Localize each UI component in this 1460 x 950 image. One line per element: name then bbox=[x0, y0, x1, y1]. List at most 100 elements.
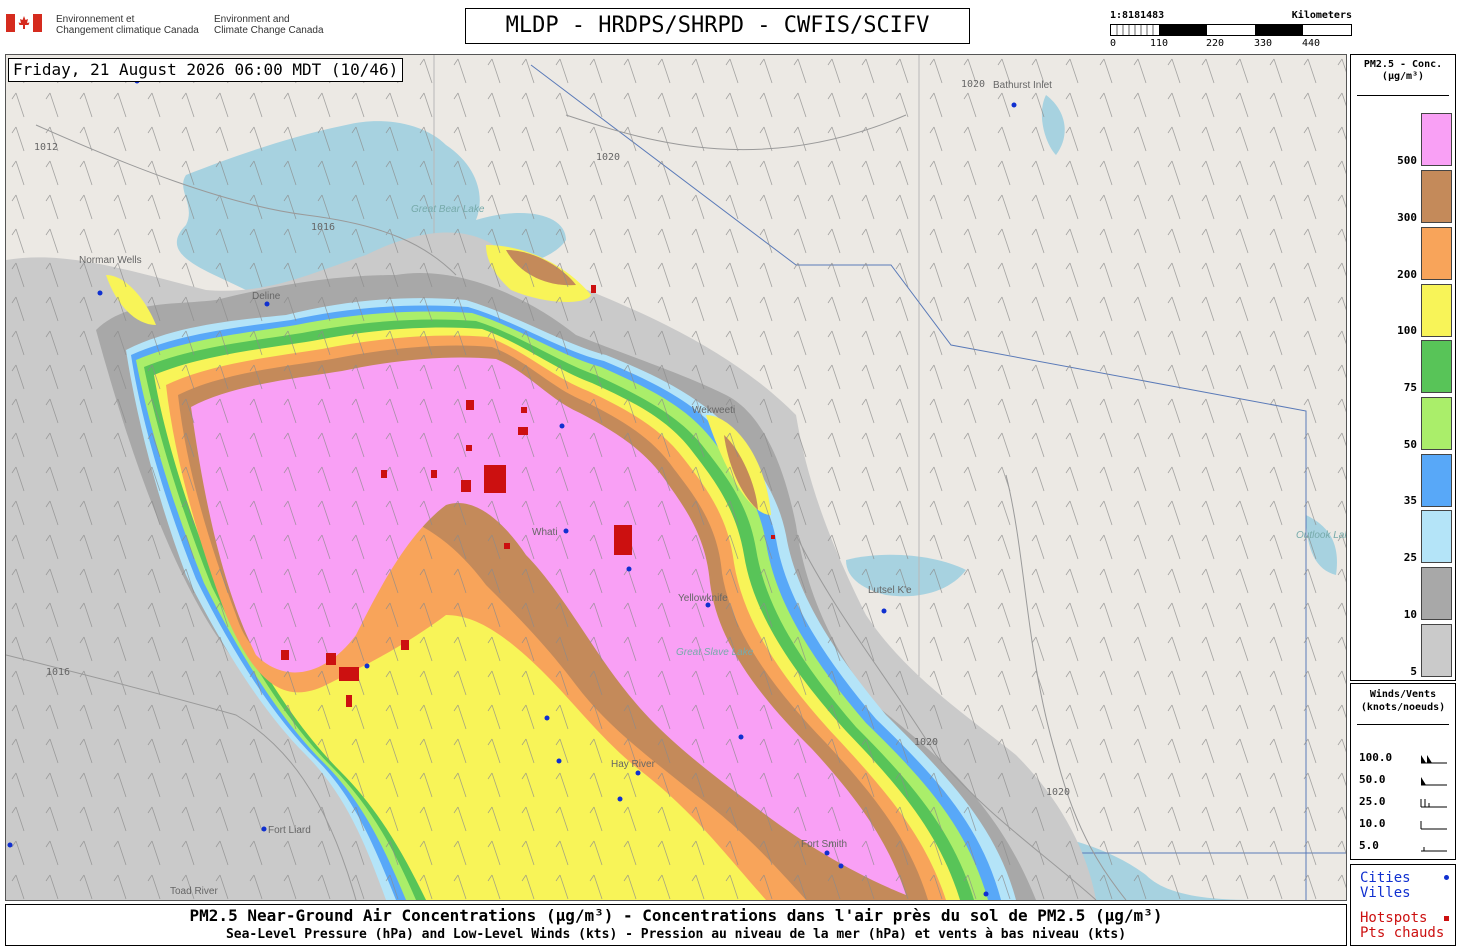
city-dot bbox=[556, 758, 562, 764]
city-dot bbox=[1011, 102, 1017, 108]
pm25-legend-title-line2: (µg/m³) bbox=[1381, 71, 1425, 82]
city-label: Wekweeti bbox=[692, 405, 735, 416]
agency-name-fr: Environnement et Changement climatique C… bbox=[56, 14, 216, 36]
lake-label: Great Slave Lake bbox=[676, 647, 754, 658]
map-panel[interactable]: 1012 1016 1020 1020 1020 1020 1016 Great… bbox=[5, 54, 1347, 901]
wind-barb-5-icon bbox=[1421, 847, 1447, 852]
city-dot bbox=[881, 608, 887, 614]
wind-barbs bbox=[6, 55, 1346, 900]
city-dot bbox=[983, 891, 989, 897]
city-label: Hay River bbox=[611, 759, 656, 770]
city-dot bbox=[838, 863, 844, 869]
hotspot-marker bbox=[339, 667, 359, 681]
city-dot bbox=[738, 734, 744, 740]
wind-legend: Winds/Vents (knots/noeuds) 100.0 50.0 25… bbox=[1350, 683, 1456, 860]
scale-tick: 440 bbox=[1302, 38, 1321, 49]
legend-swatch-500 bbox=[1421, 113, 1452, 166]
cities-label-fr: Villes bbox=[1360, 885, 1411, 901]
legend-label: 500 bbox=[1397, 154, 1417, 167]
city-label: Bathurst Inlet bbox=[993, 80, 1052, 91]
legend-swatch-75 bbox=[1421, 340, 1452, 393]
forecast-datetime: Friday, 21 August 2026 06:00 MDT (10/46) bbox=[8, 58, 404, 82]
hotspot-marker bbox=[614, 525, 632, 555]
product-title: MLDP - HRDPS/SHRPD - CWFIS/SCIFV bbox=[465, 8, 970, 44]
legend-label: 200 bbox=[1397, 268, 1417, 281]
city-dot-icon bbox=[1444, 875, 1449, 880]
city-label: Toad River bbox=[170, 886, 218, 897]
legend-swatch-50 bbox=[1421, 397, 1452, 450]
hotspots-legend-label: Hotspots Pts chauds bbox=[1360, 911, 1444, 941]
hotspot-marker bbox=[461, 480, 471, 492]
agency-name-en: Environment and Climate Change Canada bbox=[214, 14, 354, 36]
wind-barb-100-icon bbox=[1421, 755, 1447, 764]
legend-swatch-10 bbox=[1421, 567, 1452, 620]
hotspot-marker bbox=[484, 465, 506, 493]
city-label: Deline bbox=[252, 291, 281, 302]
wind-speed-label: 25.0 bbox=[1359, 795, 1386, 808]
symbols-legend: Cities Villes Hotspots Pts chauds bbox=[1350, 864, 1456, 946]
hotspot-marker bbox=[771, 535, 775, 539]
legend-label: 25 bbox=[1403, 551, 1417, 564]
city-label: Fort Liard bbox=[268, 825, 311, 836]
legend-label: 300 bbox=[1397, 211, 1417, 224]
city-dot bbox=[97, 290, 103, 296]
wind-speed-label: 50.0 bbox=[1359, 773, 1386, 786]
hotspot-marker bbox=[504, 543, 510, 549]
eccc-logo: Environnement et Changement climatique C… bbox=[6, 12, 336, 38]
hotspot-marker bbox=[466, 400, 474, 410]
scale-ratio: 1:8181483 bbox=[1110, 10, 1165, 21]
hotspot-marker bbox=[431, 470, 437, 478]
city-dot bbox=[563, 528, 569, 534]
isobar-label: 1012 bbox=[34, 142, 58, 153]
isobar-label: 1020 bbox=[1046, 787, 1070, 798]
hotspot-marker bbox=[381, 470, 387, 478]
cities-label-en: Cities bbox=[1360, 870, 1411, 886]
scale-unit: Kilometers bbox=[1291, 10, 1352, 21]
caption-line1: PM2.5 Near-Ground Air Concentrations (µg… bbox=[189, 906, 1163, 925]
city-label: Yellowknife bbox=[678, 593, 728, 604]
pm25-legend: PM2.5 - Conc. (µg/m³) 500 300 200 100 75… bbox=[1350, 54, 1456, 681]
hotspot-marker bbox=[518, 427, 528, 435]
legend-label: 35 bbox=[1403, 494, 1417, 507]
city-dot bbox=[544, 715, 550, 721]
map-caption: PM2.5 Near-Ground Air Concentrations (µg… bbox=[5, 904, 1347, 946]
wind-barb-10-icon bbox=[1420, 821, 1447, 830]
city-label: Lutsel K'e bbox=[868, 585, 912, 596]
city-dot bbox=[364, 663, 370, 669]
city-dot bbox=[824, 850, 830, 856]
wind-speed-label: 100.0 bbox=[1359, 751, 1393, 764]
hotspots-label-fr: Pts chauds bbox=[1360, 925, 1445, 941]
isobar-label: 1016 bbox=[46, 667, 70, 678]
cities-legend-label: Cities Villes bbox=[1360, 871, 1411, 901]
map-canvas[interactable]: 1012 1016 1020 1020 1020 1020 1016 Great… bbox=[6, 55, 1346, 900]
city-dot bbox=[264, 301, 270, 307]
legend-label: 75 bbox=[1403, 381, 1417, 394]
hotspot-marker bbox=[401, 640, 409, 650]
city-dot bbox=[261, 826, 267, 832]
wind-legend-title-line1: Winds/Vents bbox=[1369, 689, 1437, 700]
city-dot bbox=[635, 770, 641, 776]
legend-divider bbox=[1357, 724, 1449, 725]
caption-line2: Sea-Level Pressure (hPa) and Low-Level W… bbox=[225, 927, 1127, 942]
isobar-label: 1020 bbox=[914, 737, 938, 748]
isobar-label: 1020 bbox=[596, 152, 620, 163]
city-dot bbox=[617, 796, 623, 802]
hotspots-label-en: Hotspots bbox=[1360, 910, 1428, 926]
city-dot bbox=[626, 566, 632, 572]
wind-speed-label: 5.0 bbox=[1359, 839, 1379, 852]
legend-label: 50 bbox=[1403, 438, 1417, 451]
city-label: Norman Wells bbox=[79, 255, 142, 266]
lake-label: Great Bear Lake bbox=[411, 204, 485, 215]
hotspot-marker bbox=[466, 445, 472, 451]
legend-swatch-100 bbox=[1421, 284, 1452, 337]
hotspot-marker bbox=[591, 285, 596, 293]
agency-en-line2: Climate Change Canada bbox=[214, 25, 324, 36]
wind-barb-50-icon bbox=[1421, 777, 1447, 786]
scale-tick: 110 bbox=[1150, 38, 1169, 49]
legend-label: 100 bbox=[1397, 324, 1417, 337]
legend-swatch-35 bbox=[1421, 454, 1452, 507]
agency-fr-line2: Changement climatique Canada bbox=[56, 25, 199, 36]
legend-swatch-5 bbox=[1421, 624, 1452, 677]
scale-tick: 330 bbox=[1254, 38, 1273, 49]
pm25-legend-title: PM2.5 - Conc. (µg/m³) bbox=[1351, 59, 1455, 83]
